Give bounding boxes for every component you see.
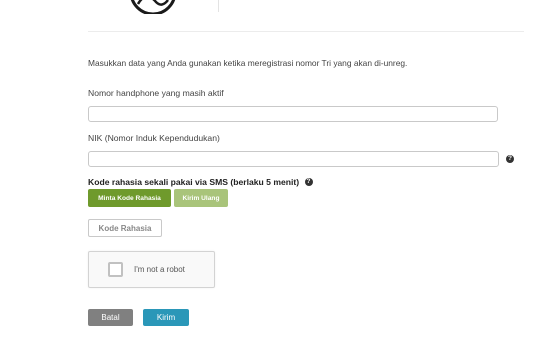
recaptcha-widget: I'm not a robot: [88, 251, 215, 288]
question-circle-icon[interactable]: ?: [506, 155, 514, 163]
header-divider: [88, 31, 524, 32]
intro-text: Masukkan data yang Anda gunakan ketika m…: [88, 58, 408, 68]
recaptcha-label: I'm not a robot: [134, 265, 185, 274]
phone-number-input[interactable]: [88, 106, 498, 122]
question-circle-icon[interactable]: ?: [304, 177, 313, 186]
nik-input[interactable]: [88, 151, 499, 167]
phone-field-label: Nomor handphone yang masih aktif: [88, 88, 224, 98]
cancel-button[interactable]: Batal: [88, 309, 133, 326]
secret-code-input[interactable]: Kode Rahasia: [88, 219, 162, 237]
nik-field-label: NIK (Nomor Induk Kependudukan): [88, 133, 220, 143]
tri-logo-icon: [130, 0, 176, 14]
submit-button[interactable]: Kirim: [143, 309, 189, 326]
recaptcha-checkbox[interactable]: [108, 262, 123, 277]
header-vertical-divider: [218, 0, 219, 12]
sms-code-label-text: Kode rahasia sekali pakai via SMS (berla…: [88, 177, 300, 187]
resend-code-button[interactable]: Kirim Ulang: [174, 189, 228, 207]
unreg-form-page: Masukkan data yang Anda gunakan ketika m…: [0, 0, 560, 350]
sms-code-label: Kode rahasia sekali pakai via SMS (berla…: [88, 177, 313, 187]
request-code-button[interactable]: Minta Kode Rahasia: [88, 189, 171, 207]
